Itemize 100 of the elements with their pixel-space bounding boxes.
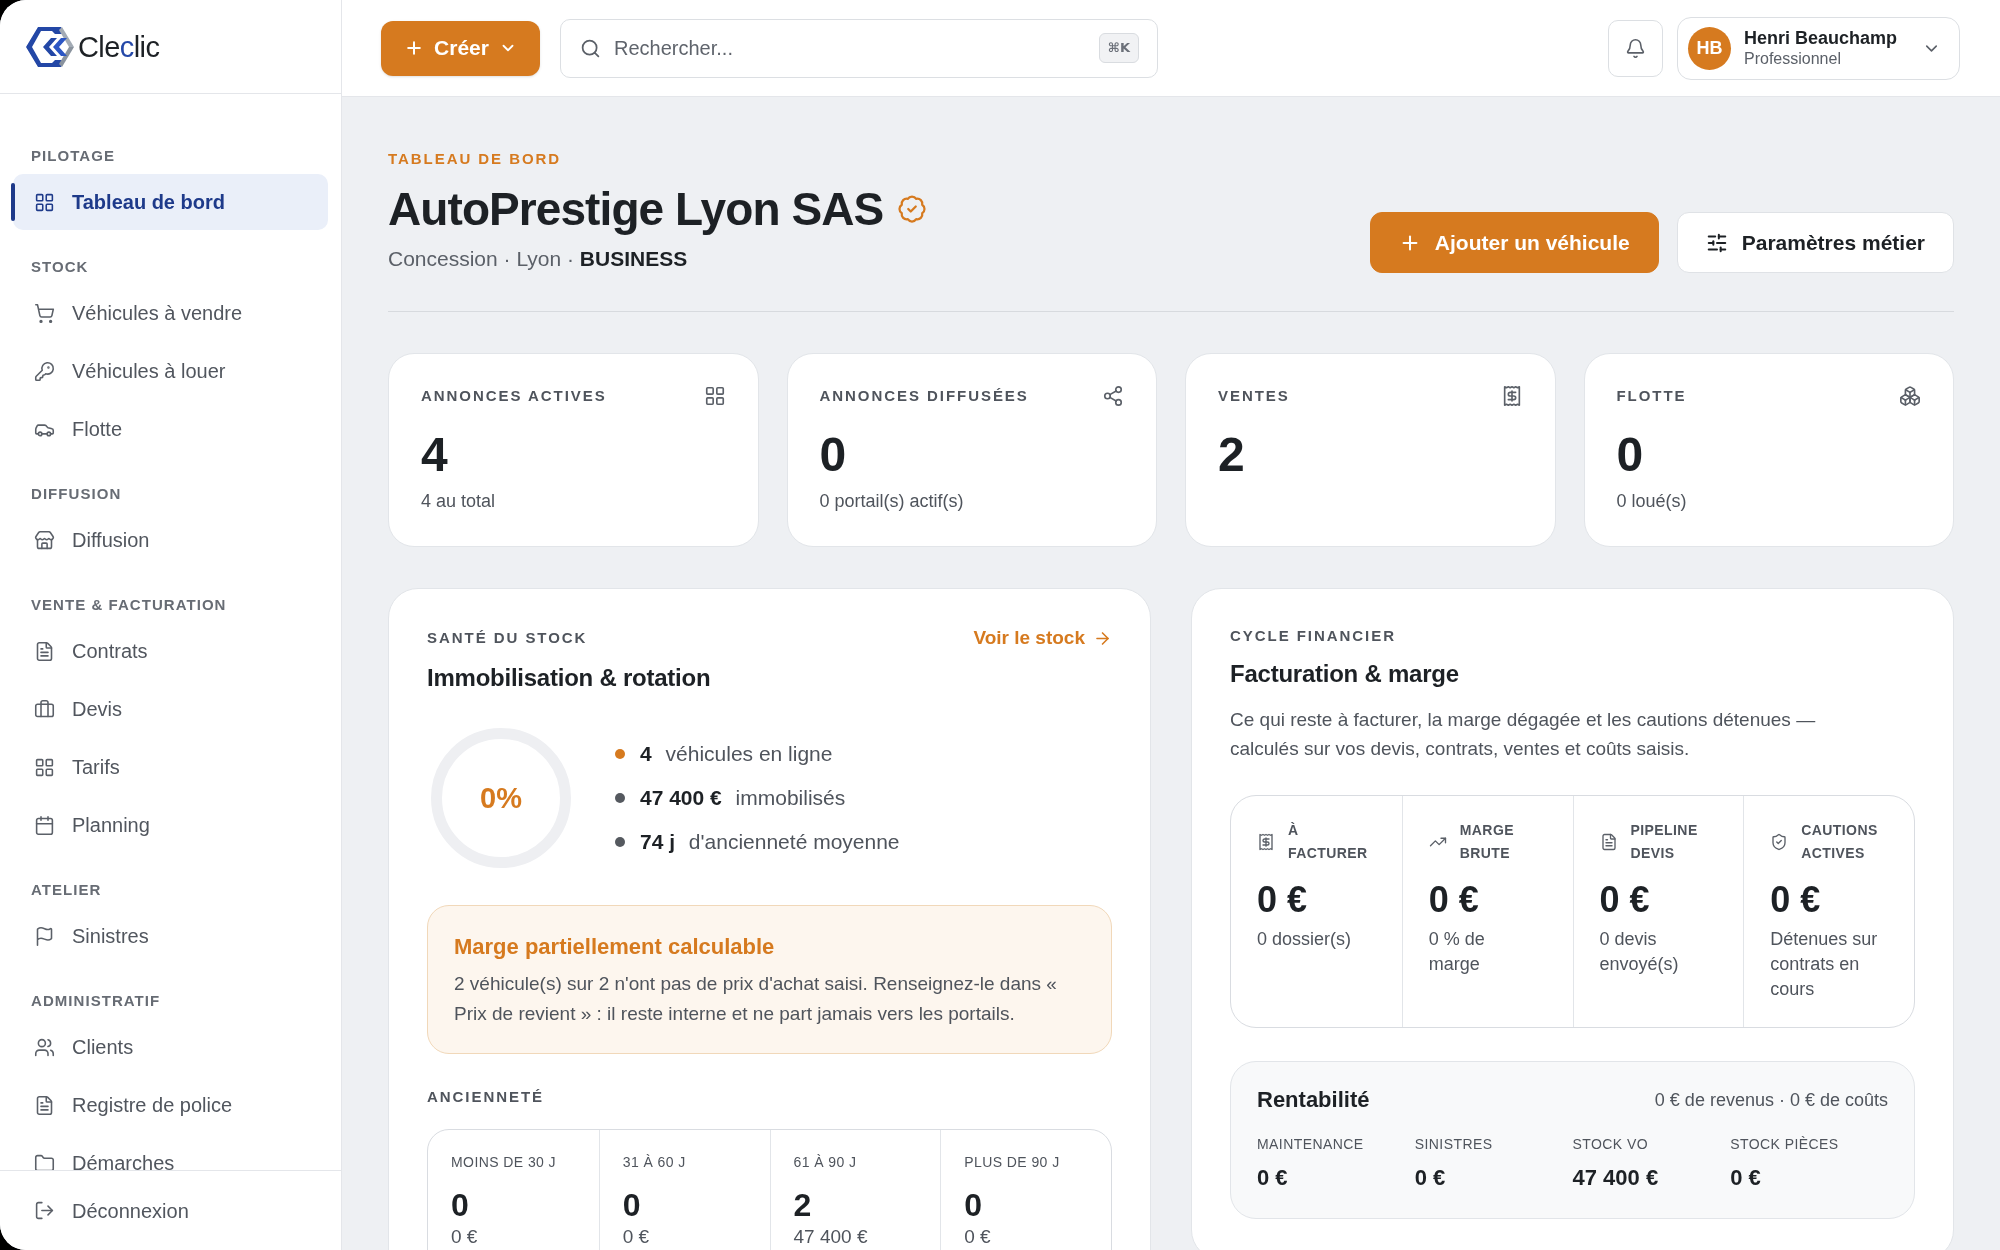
stat-value: 0 [1616,431,1644,479]
calendar-icon [34,814,55,836]
logout-button[interactable]: Déconnexion [13,1182,328,1239]
briefcase-icon [34,698,55,720]
sidebar-item[interactable]: Flotte [13,401,328,457]
key-icon [34,360,55,382]
metric-value: 0 € [1770,882,1821,918]
aging-bucket-amount: 47 400 € [793,1225,868,1249]
cost-label: MAINTENANCE [1257,1135,1364,1154]
user-menu-button[interactable]: HB Henri Beauchamp Professionnel [1677,16,1960,80]
aging-bucket-count: 0 [964,1187,983,1223]
sidebar-item[interactable]: Démarches [13,1135,328,1170]
stat-note: 4 au total [421,490,496,513]
stat-label: FLOTTE [1616,386,1687,406]
metric-value: 0 € [1257,882,1308,918]
aging-bucket-amount: 0 € [964,1225,991,1249]
brand-name: Cleclic [78,29,160,64]
aging-bucket-label: 31 À 60 J [622,1153,686,1172]
aging-bucket-amount: 0 € [622,1225,650,1249]
sidebar-item[interactable]: Tableau de bord [13,174,328,230]
page-eyebrow: TABLEAU DE BORD [388,149,563,169]
sidebar-item[interactable]: Contrats [13,623,328,679]
cart-icon [34,302,55,324]
cost-value: 0 € [1730,1164,1761,1192]
metric-value: 0 € [1599,882,1650,918]
progress-reading: 0% [480,782,522,814]
stat-note: 0 portail(s) actif(s) [819,490,964,513]
stock-figure: 74 j d'ancienneté moyenne [640,829,900,855]
metric-label: MARGE BRUTE [1459,821,1515,863]
sidebar-item[interactable]: Tarifs [13,739,328,795]
section-heading: ADMINISTRATIF [30,991,162,1011]
sidebar-item[interactable]: Clients [13,1019,328,1075]
receipt-icon [1257,833,1275,851]
sidebar-item[interactable]: Véhicules à vendre [13,285,328,341]
callout-text: 2 véhicule(s) sur 2 n'ont pas de prix d'achat saisi. Renseignez-le dans « Prix de revient » : il reste interne et ne part jamais vers les portails. [454,972,1058,1026]
card-eyebrow: CYCLE FINANCIER [1230,626,1397,646]
card-description: Ce qui reste à facturer, la marge dégagée et les cautions détenues — calculés sur vos devis, contrats, ventes et coûts saisis. [1230,708,1817,761]
stat-value: 2 [1218,431,1245,479]
page-title: AutoPrestige Lyon SAS [388,183,884,235]
settings-button[interactable]: Paramètres métier [1676,212,1954,273]
users-icon [34,1036,55,1058]
aging-bucket-count: 0 [451,1187,469,1223]
metric-label: CAUTIONS ACTIVES [1801,821,1878,863]
aging-bucket-label: PLUS DE 90 J [964,1153,1060,1172]
stat-label: VENTES [1218,386,1290,406]
section-heading: STOCK [30,257,90,277]
search-icon [580,37,601,59]
logout-icon [34,1200,55,1221]
user-avatar: HB [1688,26,1731,70]
stock-figure: 47 400 € immobilisés [640,785,846,811]
metric-label: PIPELINE DEVIS [1630,821,1699,863]
aging-bucket-count: 2 [793,1187,812,1223]
callout-title: Marge partiellement calculable [454,933,776,961]
metric-note: 0 % de marge [1428,928,1486,976]
page-subtitle: Concession · Lyon · BUSINESS [388,246,689,272]
metric-note: Détenues sur contrats en cours [1770,928,1878,1001]
aging-bucket-amount: 0 € [451,1225,478,1249]
aging-bucket-label: MOINS DE 30 J [451,1153,557,1172]
grid-icon [34,756,55,778]
panel-title: Rentabilité [1257,1086,1370,1114]
stat-label: ANNONCES DIFFUSÉES [819,386,1029,406]
sidebar-item[interactable]: Diffusion [13,512,328,568]
stat-value: 0 [819,431,847,479]
metric-note: 0 devis envoyé(s) [1599,928,1680,976]
badge-check-icon [897,194,928,224]
boxes-icon [1899,385,1921,407]
cost-label: STOCK VO [1572,1135,1648,1154]
share-icon [1102,385,1124,407]
user-role: Professionnel [1744,49,1842,69]
store-icon [34,529,55,551]
sidebar-item[interactable]: Devis [13,681,328,737]
folder-icon [34,1152,55,1170]
section-heading: DIFFUSION [30,484,123,504]
sidebar-item[interactable]: Planning [13,797,328,853]
card-title: Immobilisation & rotation [427,663,712,693]
sidebar-item[interactable]: Registre de police [13,1077,328,1133]
stock-figure: 4 véhicules en ligne [640,741,833,767]
cost-value: 47 400 € [1572,1164,1659,1192]
section-heading: PILOTAGE [30,146,116,166]
section-heading: ATELIER [30,880,103,900]
metric-label: À FACTURER [1288,821,1368,863]
metric-note: 0 dossier(s) [1257,928,1352,951]
document-icon [34,1094,55,1116]
bell-icon [1625,37,1646,59]
flag-icon [34,925,55,947]
card-title: Facturation & marge [1230,659,1460,689]
cost-value: 0 € [1414,1164,1446,1192]
aging-bucket-count: 0 [622,1187,641,1223]
cost-value: 0 € [1257,1164,1288,1192]
cost-label: STOCK PIÈCES [1730,1135,1839,1154]
section-heading: ANCIENNETÉ [427,1087,545,1107]
document-icon [1599,833,1618,851]
sidebar-item[interactable]: Sinistres [13,908,328,964]
section-heading: VENTE & FACTURATION [30,595,228,615]
sidebar-item[interactable]: Véhicules à louer [13,343,328,399]
aging-bucket-label: 61 À 90 J [793,1153,857,1172]
grid-icon [703,385,726,407]
notifications-button[interactable] [1608,19,1663,77]
document-icon [34,640,55,662]
panel-summary: 0 € de revenus · 0 € de coûts [1654,1089,1888,1112]
